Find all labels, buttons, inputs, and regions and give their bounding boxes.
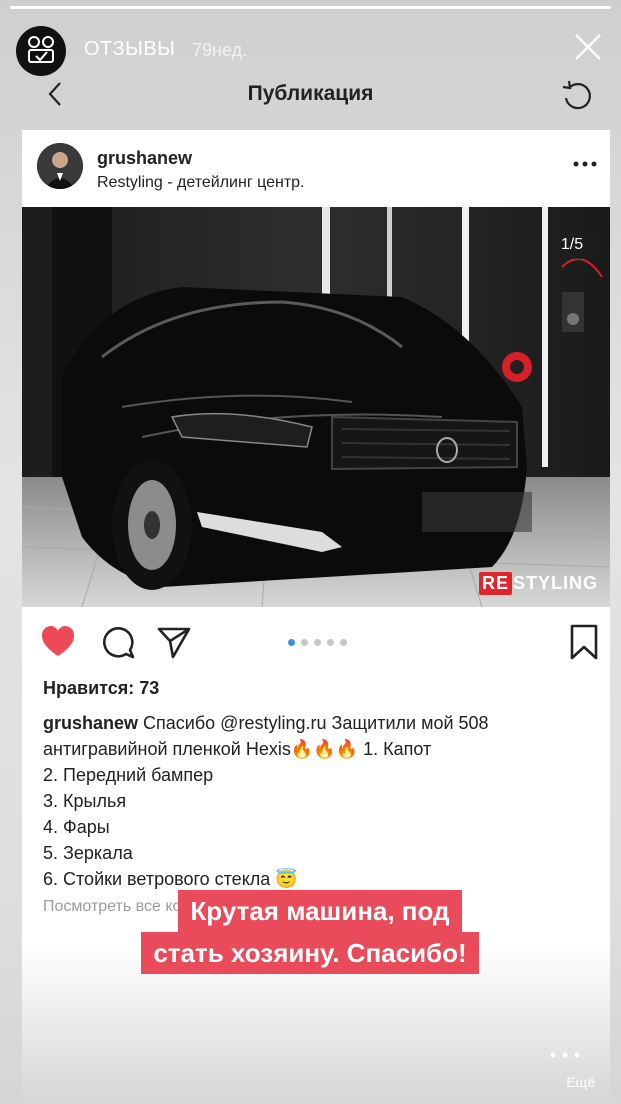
more-label[interactable]: Ещё — [566, 1074, 595, 1090]
post-location[interactable]: Restyling - детейлинг центр. — [97, 174, 305, 192]
carousel-dots — [288, 639, 347, 646]
post-username[interactable]: grushanew — [97, 148, 192, 169]
story-time: 79нед. — [192, 40, 248, 60]
refresh-icon[interactable] — [559, 78, 595, 114]
sticker-line-1: Крутая машина, под — [178, 890, 462, 932]
caption-line: антигравийной пленкой Hexis🔥🔥🔥 1. Капот — [43, 739, 432, 759]
story-text-sticker: Крутая машина, под стать хозяину. Спасиб… — [110, 890, 510, 974]
post-header: grushanew Restyling - детейлинг центр. — [22, 130, 610, 206]
watermark-rest: STYLING — [512, 573, 598, 593]
caption-line: 6. Стойки ветрового стекла 😇 — [43, 869, 298, 889]
caption-line: 4. Фары — [43, 817, 110, 837]
carousel-dot — [340, 639, 347, 646]
car-photo — [22, 207, 610, 607]
heart-icon[interactable] — [40, 624, 76, 660]
user-avatar[interactable] — [37, 143, 83, 189]
likes-count[interactable]: Нравится: 73 — [43, 678, 159, 699]
post-nav-bar: Публикация — [0, 70, 621, 122]
share-icon[interactable] — [156, 624, 192, 660]
caption-line: 5. Зеркала — [43, 843, 133, 863]
restyling-watermark: RE STYLING — [478, 572, 598, 595]
close-icon[interactable] — [573, 32, 603, 62]
sticker-line-2: стать хозяину. Спасибо! — [141, 932, 479, 974]
post-actions — [22, 608, 610, 678]
comment-icon[interactable] — [100, 624, 136, 660]
photo-counter: 1/5 — [548, 231, 596, 259]
more-dots-icon[interactable] — [547, 1048, 583, 1062]
carousel-dot — [314, 639, 321, 646]
carousel-dot — [301, 639, 308, 646]
caption-line: Спасибо @restyling.ru Защитили мой 508 — [143, 713, 489, 733]
story-title[interactable]: ОТЗЫВЫ — [84, 38, 175, 61]
reviews-logo-icon — [28, 36, 54, 63]
post-photo[interactable]: 1/5 RE STYLING — [22, 207, 610, 607]
bookmark-icon[interactable] — [566, 624, 602, 660]
story-avatar[interactable] — [16, 26, 66, 76]
user-photo — [37, 143, 83, 189]
caption-line: 2. Передний бампер — [43, 765, 214, 785]
caption-line: 3. Крылья — [43, 791, 127, 811]
more-options-icon[interactable] — [572, 158, 598, 170]
carousel-dot — [327, 639, 334, 646]
watermark-re: RE — [478, 572, 512, 595]
story-progress-bar — [10, 6, 611, 9]
caption-username[interactable]: grushanew — [43, 713, 138, 733]
page-title: Публикация — [247, 82, 374, 105]
carousel-dot — [288, 639, 295, 646]
post-caption: grushanew Спасибо @restyling.ru Защитили… — [43, 710, 593, 892]
